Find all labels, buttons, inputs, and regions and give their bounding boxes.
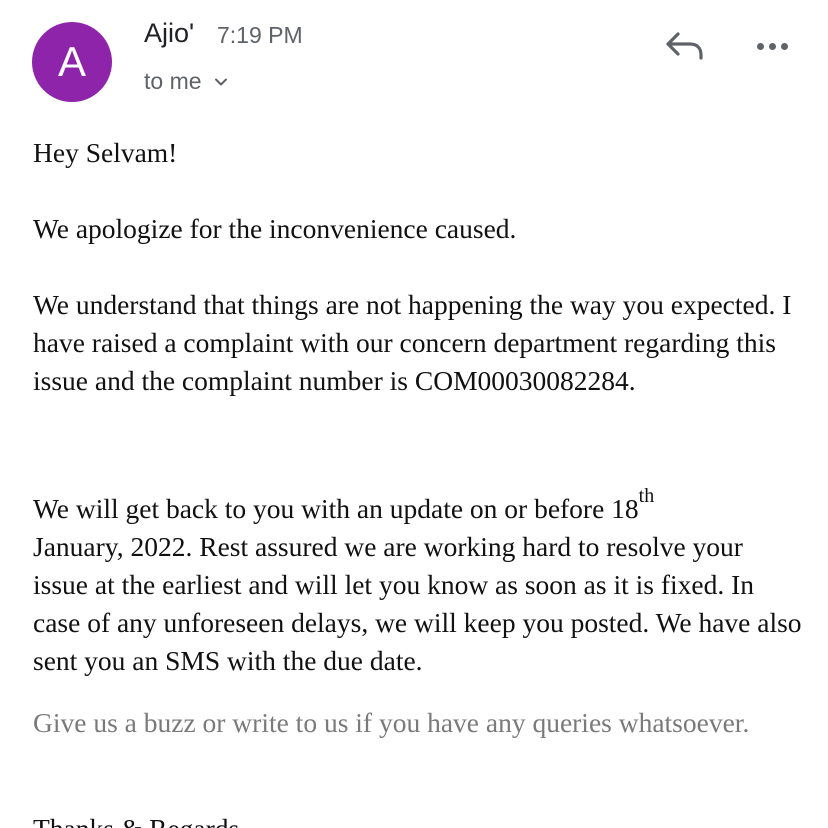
more-dot <box>780 42 788 50</box>
chevron-down-icon <box>212 73 230 91</box>
signoff: Thanks & Regards <box>33 810 239 828</box>
reply-button[interactable] <box>664 28 706 64</box>
email-header: A Ajio' 7:19 PM to me <box>0 0 828 120</box>
complaint-paragraph: We understand that things are not happen… <box>33 289 792 396</box>
sent-time: 7:19 PM <box>217 22 303 48</box>
sender-avatar[interactable]: A <box>32 22 112 102</box>
sender-name[interactable]: Ajio' <box>144 18 194 49</box>
recipient-label: to me <box>144 68 202 94</box>
apology-paragraph: We apologize for the inconvenience cause… <box>33 213 517 244</box>
avatar-letter: A <box>57 38 86 85</box>
more-horizontal-icon <box>756 42 764 50</box>
reply-icon <box>666 32 703 60</box>
update-text-rest: January, 2022. Rest assured we are worki… <box>33 531 802 676</box>
greeting: Hey Selvam! <box>33 137 178 168</box>
recipient-details-toggle[interactable]: to me <box>144 68 230 95</box>
contact-paragraph: Give us a buzz or write to us if you hav… <box>33 707 750 738</box>
update-first-line: We will get back to you with an update o… <box>33 486 803 528</box>
update-paragraph: We will get back to you with an update o… <box>33 486 803 680</box>
date-ordinal-suffix: th <box>638 484 655 507</box>
more-dot <box>768 42 776 50</box>
update-text-start: We will get back to you with an update o… <box>33 493 639 524</box>
more-options-button[interactable] <box>752 30 792 62</box>
